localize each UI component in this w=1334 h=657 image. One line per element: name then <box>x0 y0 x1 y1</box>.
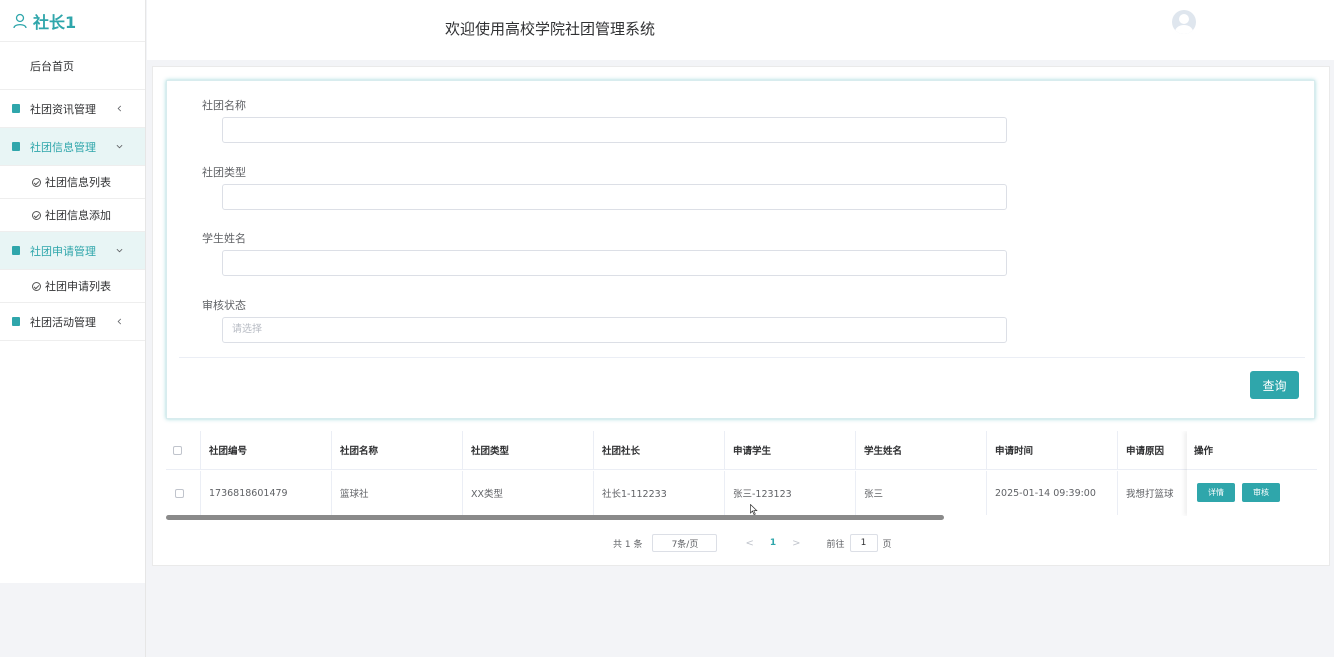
check-circle-icon <box>32 210 41 220</box>
chevron-left-icon <box>117 105 122 111</box>
page-number[interactable]: 1 <box>770 538 776 548</box>
review-status-select[interactable]: 请选择 <box>222 317 1007 343</box>
sidebar-item-club-apply-list[interactable]: 社团申请列表 <box>0 270 145 303</box>
search-form: 社团名称 社团类型 学生姓名 审核状态 请选择 查询 <box>166 80 1315 419</box>
document-icon <box>12 317 20 326</box>
sidebar-group-club-apply[interactable]: 社团申请管理 <box>0 232 145 270</box>
student-name-input[interactable] <box>222 250 1007 276</box>
student-name-label: 学生姓名 <box>202 232 246 245</box>
divider <box>179 357 1305 358</box>
next-page-button[interactable]: > <box>792 538 800 549</box>
table-row: 1736818601479 篮球社 XX类型 社长1-112233 张三-123… <box>166 471 1249 515</box>
column-header[interactable]: 申请时间 <box>987 431 1118 469</box>
sidebar-item-club-info-list[interactable]: 社团信息列表 <box>0 166 145 199</box>
table-cell: 张三-123123 <box>725 471 856 515</box>
page-title: 欢迎使用高校学院社团管理系统 <box>445 20 656 38</box>
column-header[interactable]: 社团编号 <box>201 431 332 469</box>
sidebar-group-label: 社团资讯管理 <box>30 102 96 116</box>
brand-title: 社长1 <box>33 12 77 32</box>
goto-label: 前往 <box>826 539 845 550</box>
sidebar-group-club-activity[interactable]: 社团活动管理 <box>0 303 145 341</box>
pagination: 共 1 条 7条/页 < 1 > 前往 1 页 <box>613 534 892 552</box>
chevron-down-icon <box>116 144 123 148</box>
sidebar-footer-space <box>0 583 146 657</box>
prev-page-button[interactable]: < <box>745 538 753 549</box>
row-actions: 详情 审核 <box>1187 470 1317 514</box>
check-circle-icon <box>32 177 41 187</box>
table-cell: 1736818601479 <box>201 471 332 515</box>
sidebar-group-club-info[interactable]: 社团信息管理 <box>0 128 145 166</box>
table-cell: 社长1-112233 <box>594 471 725 515</box>
table-header: 社团编号 社团名称 社团类型 社团社长 申请学生 学生姓名 申请时间 申请原因 <box>166 431 1249 470</box>
sidebar-item-home[interactable]: 后台首页 <box>0 42 145 90</box>
avatar[interactable] <box>1172 10 1196 34</box>
goto-page-input[interactable]: 1 <box>849 534 878 552</box>
chevron-left-icon <box>117 318 122 324</box>
select-all-checkbox[interactable] <box>173 445 182 455</box>
row-select-cell <box>166 471 201 515</box>
page-suffix: 页 <box>882 539 892 550</box>
table-cell: XX类型 <box>463 471 594 515</box>
sidebar-group-label: 社团信息管理 <box>30 140 96 154</box>
total-count: 共 1 条 <box>613 539 643 550</box>
select-all-cell <box>166 431 201 469</box>
top-header: 欢迎使用高校学院社团管理系统 <box>147 0 1334 60</box>
column-header[interactable]: 学生姓名 <box>856 431 987 469</box>
table-cell: 篮球社 <box>332 471 463 515</box>
check-circle-icon <box>32 281 41 291</box>
document-icon <box>12 104 20 113</box>
column-header[interactable]: 申请学生 <box>725 431 856 469</box>
data-table: 社团编号 社团名称 社团类型 社团社长 申请学生 学生姓名 申请时间 申请原因 … <box>166 431 1317 516</box>
column-header: 操作 <box>1187 431 1317 470</box>
sidebar-item-label: 社团信息添加 <box>45 209 111 222</box>
review-status-label: 审核状态 <box>202 299 246 312</box>
document-icon <box>12 142 20 151</box>
query-button[interactable]: 查询 <box>1250 371 1299 399</box>
sidebar: 社长1 后台首页 社团资讯管理 社团信息管理 社团信息列表 社团信息添加 社团申… <box>0 0 146 583</box>
brand: 社长1 <box>0 0 145 42</box>
club-name-label: 社团名称 <box>202 99 246 112</box>
sidebar-group-label: 社团申请管理 <box>30 244 96 258</box>
main-panel: 社团名称 社团类型 学生姓名 审核状态 请选择 查询 社团编号 社团名称 社团类… <box>152 66 1330 566</box>
club-type-input[interactable] <box>222 184 1007 210</box>
column-header[interactable]: 社团名称 <box>332 431 463 469</box>
sidebar-group-label: 社团活动管理 <box>30 315 96 329</box>
actions-column: 操作 详情 审核 <box>1187 431 1317 516</box>
user-icon <box>13 13 27 28</box>
chevron-down-icon <box>116 248 123 252</box>
detail-button[interactable]: 详情 <box>1197 482 1235 502</box>
column-header[interactable]: 社团社长 <box>594 431 725 469</box>
column-header[interactable]: 社团类型 <box>463 431 594 469</box>
table-cell: 2025-01-14 09:39:00 <box>987 471 1118 515</box>
row-checkbox[interactable] <box>175 488 184 498</box>
club-name-input[interactable] <box>222 117 1007 143</box>
table-cell: 张三 <box>856 471 987 515</box>
sidebar-group-news[interactable]: 社团资讯管理 <box>0 90 145 128</box>
page-size-select[interactable]: 7条/页 <box>652 534 718 552</box>
review-button[interactable]: 审核 <box>1242 482 1280 502</box>
club-type-label: 社团类型 <box>202 166 246 179</box>
document-icon <box>12 246 20 255</box>
sidebar-item-label: 社团信息列表 <box>45 176 111 189</box>
horizontal-scrollbar[interactable] <box>166 515 944 520</box>
sidebar-item-club-info-add[interactable]: 社团信息添加 <box>0 199 145 232</box>
sidebar-item-label: 社团申请列表 <box>45 280 111 293</box>
mouse-cursor-icon <box>750 504 758 515</box>
